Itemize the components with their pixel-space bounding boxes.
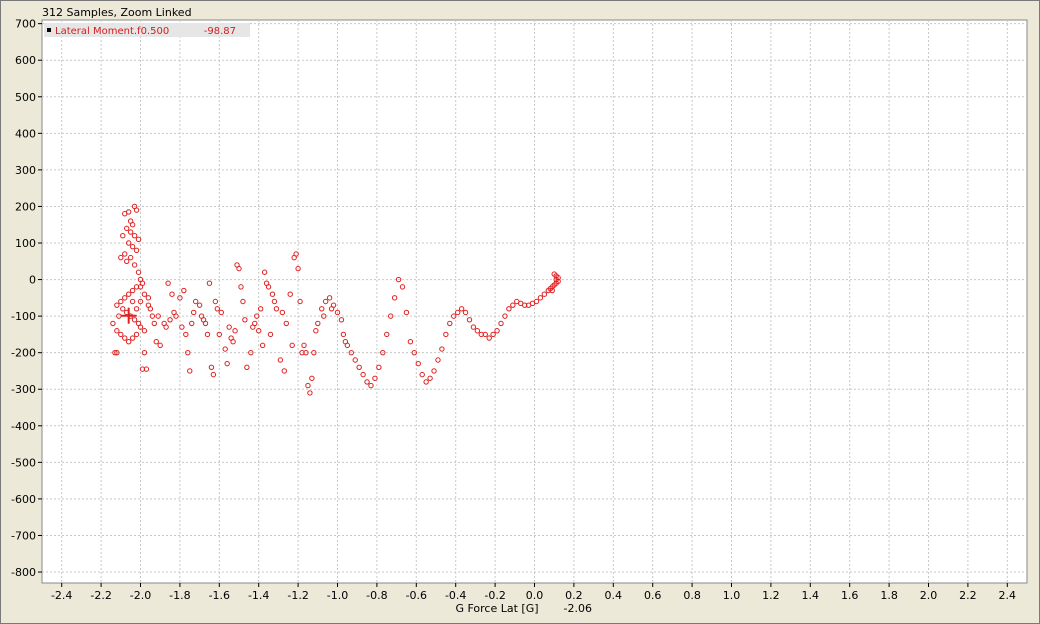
x-tick-label: 2.2 (959, 589, 977, 602)
legend-marker-icon (47, 28, 51, 32)
x-tick-label: 1.4 (802, 589, 820, 602)
cursor-x-value: -2.06 (564, 602, 592, 615)
y-tick-label: -100 (11, 310, 36, 323)
x-axis-ticks: -2.4 -2.2 -2.0 -1.8 -1.6 -1.4 -1.2 -1.0 -0.8 -0.6… (51, 583, 1016, 602)
y-axis-ticks: 700 600 500 400 300 200 100 0 -100 -200 -300 -400 -5… (11, 18, 42, 579)
x-tick-label: 0.8 (683, 589, 701, 602)
x-tick-label: 2.0 (920, 589, 938, 602)
x-tick-label: -2.2 (90, 589, 111, 602)
x-tick-label: -0.6 (406, 589, 427, 602)
y-tick-label: 400 (15, 127, 36, 140)
x-axis-title: G Force Lat [G] (455, 602, 538, 615)
x-tick-label: -0.4 (445, 589, 466, 602)
x-tick-label: 1.8 (880, 589, 898, 602)
x-tick-label: 0.0 (526, 589, 544, 602)
y-tick-label: -500 (11, 456, 36, 469)
legend-cursor-value: -98.87 (204, 26, 236, 37)
x-tick-label: 0.4 (605, 589, 623, 602)
y-tick-label: 300 (15, 164, 36, 177)
x-tick-label: 0.6 (644, 589, 662, 602)
scatter-chart[interactable]: 700 600 500 400 300 200 100 0 -100 -200 -300 -400 -5… (0, 0, 1040, 624)
y-tick-label: -700 (11, 529, 36, 542)
y-tick-label: -800 (11, 566, 36, 579)
x-tick-label: 1.0 (723, 589, 741, 602)
x-tick-label: 2.4 (999, 589, 1017, 602)
x-tick-label: -0.2 (484, 589, 505, 602)
x-tick-label: -1.6 (209, 589, 230, 602)
y-tick-label: 0 (29, 274, 36, 287)
y-tick-label: 600 (15, 54, 36, 67)
x-tick-label: -1.8 (169, 589, 190, 602)
x-tick-label: 1.6 (841, 589, 859, 602)
x-tick-label: -2.0 (130, 589, 151, 602)
y-tick-label: 700 (15, 18, 36, 31)
y-tick-label: 200 (15, 200, 36, 213)
y-tick-label: -300 (11, 383, 36, 396)
y-tick-label: 500 (15, 91, 36, 104)
x-tick-label: -1.0 (327, 589, 348, 602)
y-tick-label: -400 (11, 420, 36, 433)
y-tick-label: -200 (11, 347, 36, 360)
x-tick-label: 1.2 (762, 589, 780, 602)
x-tick-label: -2.4 (51, 589, 72, 602)
x-tick-label: -1.4 (248, 589, 269, 602)
x-tick-label: -1.2 (287, 589, 308, 602)
x-tick-label: 0.2 (565, 589, 583, 602)
y-tick-label: -600 (11, 493, 36, 506)
x-tick-label: -0.8 (366, 589, 387, 602)
legend-series-name: Lateral Moment.f0.500 (55, 26, 169, 37)
y-tick-label: 100 (15, 237, 36, 250)
